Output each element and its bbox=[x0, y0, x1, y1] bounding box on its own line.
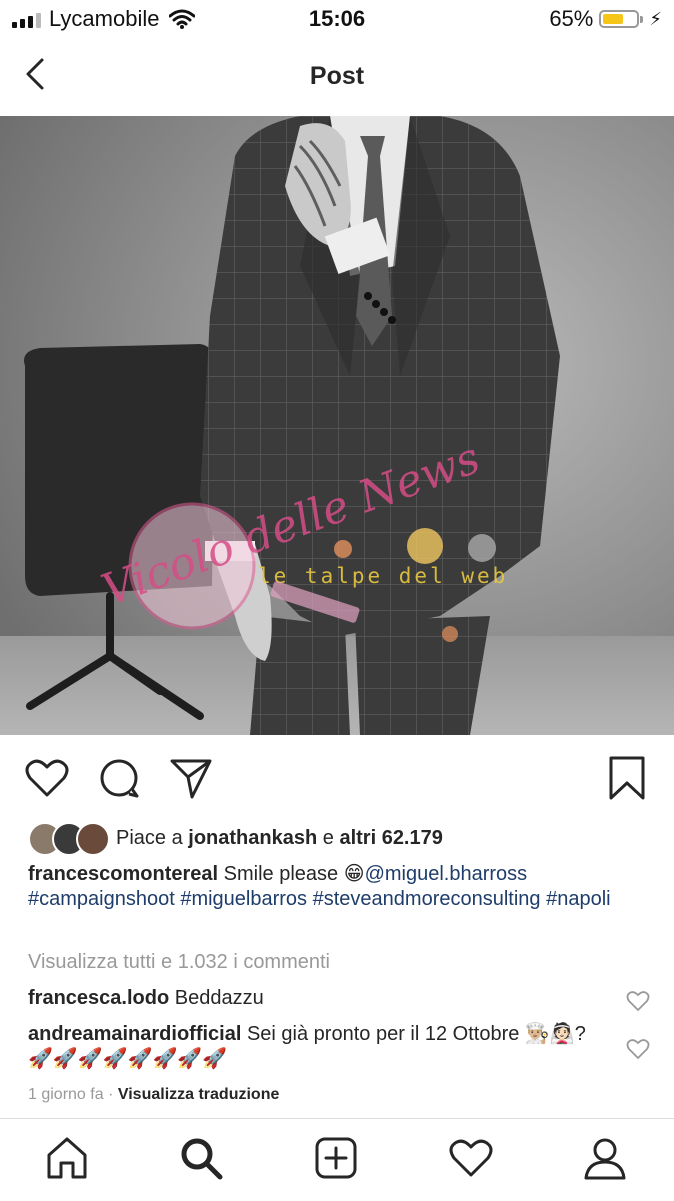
battery-percent: 65% bbox=[549, 6, 594, 31]
comment-like-icon[interactable] bbox=[626, 1038, 650, 1060]
caption-text: Smile please 😁 bbox=[223, 863, 365, 885]
post-actions bbox=[0, 735, 674, 821]
activity-icon[interactable] bbox=[448, 1135, 494, 1181]
search-icon[interactable] bbox=[178, 1135, 224, 1181]
caption-hashtags[interactable]: #campaignshoot #miguelbarros #steveandmo… bbox=[28, 888, 611, 910]
like-heart-icon[interactable] bbox=[24, 755, 70, 801]
likes-others[interactable]: altri 62.179 bbox=[339, 827, 442, 850]
comment-item: francesca.lodo Beddazzu bbox=[28, 986, 588, 1011]
post-caption: francescomontereal Smile please 😁@miguel… bbox=[28, 862, 638, 912]
charging-icon: ⚡ bbox=[649, 8, 662, 29]
caption-mention[interactable]: @miguel.bharross bbox=[365, 863, 528, 885]
bookmark-icon[interactable] bbox=[604, 755, 650, 801]
status-bar: Lycamobile 15:06 65% ⚡ bbox=[0, 0, 674, 38]
likes-join: e bbox=[322, 826, 334, 849]
meta-separator: · bbox=[108, 1086, 114, 1103]
comment-like-icon[interactable] bbox=[626, 990, 650, 1012]
liked-by-user[interactable]: jonathankash bbox=[188, 827, 317, 850]
comment-user[interactable]: andreamainardiofficial bbox=[28, 1023, 241, 1045]
post-image[interactable]: Vicolo delle News le talpe del web bbox=[0, 116, 674, 735]
nav-bar: Post bbox=[0, 38, 674, 117]
battery-cap bbox=[640, 15, 644, 23]
likes-prefix: Piace a bbox=[116, 826, 183, 849]
tab-bar bbox=[0, 1118, 674, 1201]
likes-summary[interactable]: Piace a jonathankash e altri 62.179 bbox=[28, 822, 443, 856]
profile-icon[interactable] bbox=[582, 1135, 628, 1181]
post-time: 1 giorno fa bbox=[28, 1086, 104, 1103]
liker-avatars bbox=[28, 822, 110, 856]
post-meta: 1 giorno fa · Visualizza traduzione bbox=[28, 1086, 279, 1104]
comment-text: Beddazzu bbox=[174, 987, 264, 1009]
new-post-icon[interactable] bbox=[313, 1135, 359, 1181]
share-icon[interactable] bbox=[168, 755, 214, 801]
battery-icon bbox=[599, 10, 640, 28]
avatar bbox=[76, 822, 110, 856]
status-right: 65% ⚡ bbox=[549, 6, 662, 32]
caption-author[interactable]: francescomontereal bbox=[28, 863, 218, 885]
battery-level bbox=[603, 14, 623, 24]
translate-link[interactable]: Visualizza traduzione bbox=[118, 1086, 280, 1103]
page-title: Post bbox=[309, 62, 365, 90]
comment-icon[interactable] bbox=[96, 755, 142, 801]
comment-user[interactable]: francesca.lodo bbox=[28, 987, 169, 1009]
view-all-comments[interactable]: Visualizza tutti e 1.032 i commenti bbox=[28, 951, 330, 974]
post-photo: Vicolo delle News le talpe del web bbox=[0, 116, 674, 735]
comment-item: andreamainardiofficial Sei già pronto pe… bbox=[28, 1022, 588, 1072]
home-icon[interactable] bbox=[44, 1135, 90, 1181]
watermark-talpe: le talpe del web bbox=[258, 564, 508, 588]
